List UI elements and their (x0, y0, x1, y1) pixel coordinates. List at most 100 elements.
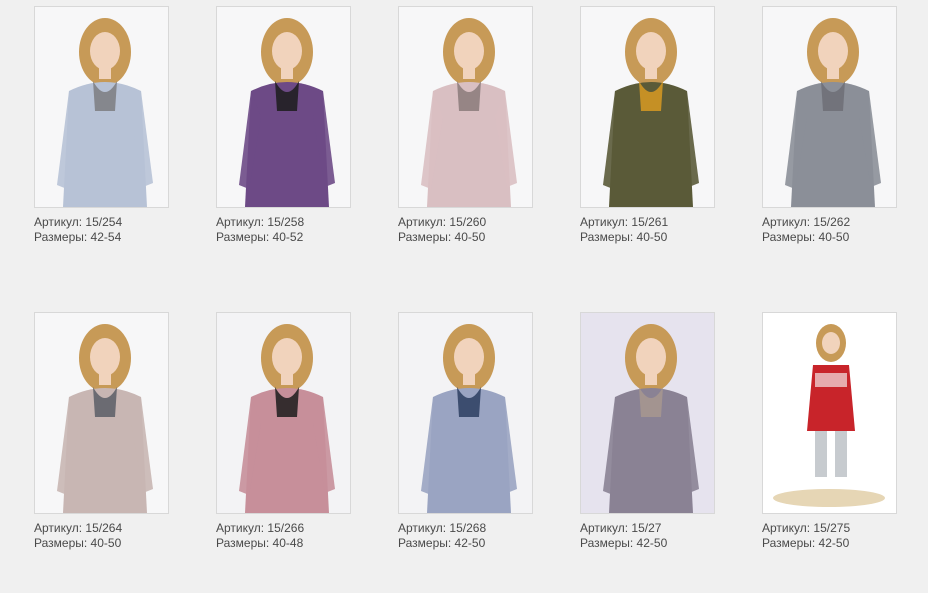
sizes-value: 40-48 (272, 536, 304, 550)
article-label: Артикул: (34, 215, 83, 229)
article-label: Артикул: (398, 215, 447, 229)
product-photo[interactable] (398, 6, 533, 208)
sizes-label: Размеры: (34, 230, 88, 244)
article-row: Артикул: 15/275 (762, 521, 902, 536)
sizes-value: 40-52 (272, 230, 304, 244)
sizes-label: Размеры: (580, 230, 634, 244)
product-caption: Артикул: 15/258 Размеры: 40-52 (216, 215, 356, 245)
cowl-sweater-icon (399, 7, 532, 207)
article-row: Артикул: 15/258 (216, 215, 356, 230)
sizes-value: 40-50 (636, 230, 668, 244)
bow-sweater-icon (35, 313, 168, 513)
product-card: Артикул: 15/266 Размеры: 40-48 (216, 312, 356, 551)
sizes-value: 42-50 (818, 536, 850, 550)
sizes-label: Размеры: (580, 536, 634, 550)
sizes-row: Размеры: 42-50 (762, 536, 902, 551)
product-photo[interactable] (34, 6, 169, 208)
article-row: Артикул: 15/27 (580, 521, 720, 536)
product-photo[interactable] (580, 312, 715, 514)
product-photo[interactable] (216, 6, 351, 208)
product-caption: Артикул: 15/262 Размеры: 40-50 (762, 215, 902, 245)
article-label: Артикул: (34, 521, 83, 535)
sizes-label: Размеры: (398, 536, 452, 550)
article-value: 15/262 (813, 215, 851, 229)
sizes-label: Размеры: (216, 230, 270, 244)
product-caption: Артикул: 15/268 Размеры: 42-50 (398, 521, 538, 551)
article-row: Артикул: 15/264 (34, 521, 174, 536)
sizes-row: Размеры: 42-50 (398, 536, 538, 551)
article-value: 15/268 (449, 521, 487, 535)
article-row: Артикул: 15/260 (398, 215, 538, 230)
sizes-label: Размеры: (34, 536, 88, 550)
article-value: 15/258 (267, 215, 305, 229)
article-row: Артикул: 15/254 (34, 215, 174, 230)
product-caption: Артикул: 15/261 Размеры: 40-50 (580, 215, 720, 245)
article-row: Артикул: 15/268 (398, 521, 538, 536)
sizes-value: 42-50 (454, 536, 486, 550)
poncho-icon (581, 7, 714, 207)
sizes-value: 42-54 (90, 230, 122, 244)
article-label: Артикул: (580, 521, 629, 535)
product-photo[interactable] (398, 312, 533, 514)
product-caption: Артикул: 15/266 Размеры: 40-48 (216, 521, 356, 551)
article-value: 15/275 (813, 521, 851, 535)
product-caption: Артикул: 15/254 Размеры: 42-54 (34, 215, 174, 245)
sizes-row: Размеры: 40-50 (34, 536, 174, 551)
tunic-icon (763, 7, 896, 207)
product-caption: Артикул: 15/275 Размеры: 42-50 (762, 521, 902, 551)
product-card: Артикул: 15/27 Размеры: 42-50 (580, 312, 720, 551)
article-label: Артикул: (762, 215, 811, 229)
tunic-dress-icon (763, 313, 896, 513)
product-caption: Артикул: 15/260 Размеры: 40-50 (398, 215, 538, 245)
sizes-value: 40-50 (454, 230, 486, 244)
sweater-icon (35, 7, 168, 207)
article-value: 15/27 (631, 521, 662, 535)
sizes-row: Размеры: 40-48 (216, 536, 356, 551)
article-value: 15/254 (85, 215, 123, 229)
cardigan-icon (217, 7, 350, 207)
product-card: Артикул: 15/260 Размеры: 40-50 (398, 6, 538, 245)
sizes-value: 42-50 (636, 536, 668, 550)
article-label: Артикул: (398, 521, 447, 535)
product-card: Артикул: 15/254 Размеры: 42-54 (34, 6, 174, 245)
sizes-row: Размеры: 40-50 (398, 230, 538, 245)
sizes-row: Размеры: 40-50 (762, 230, 902, 245)
product-card: Артикул: 15/268 Размеры: 42-50 (398, 312, 538, 551)
plaid-shirt-icon (399, 313, 532, 513)
sizes-row: Размеры: 42-54 (34, 230, 174, 245)
article-label: Артикул: (216, 521, 265, 535)
sizes-label: Размеры: (762, 230, 816, 244)
article-label: Артикул: (580, 215, 629, 229)
article-row: Артикул: 15/261 (580, 215, 720, 230)
article-label: Артикул: (762, 521, 811, 535)
article-row: Артикул: 15/266 (216, 521, 356, 536)
product-card: Артикул: 15/264 Размеры: 40-50 (34, 312, 174, 551)
sizes-label: Размеры: (398, 230, 452, 244)
sizes-label: Размеры: (762, 536, 816, 550)
back-view-dress-icon (581, 313, 714, 513)
sizes-row: Размеры: 40-52 (216, 230, 356, 245)
article-value: 15/260 (449, 215, 487, 229)
product-card: Артикул: 15/262 Размеры: 40-50 (762, 6, 902, 245)
article-value: 15/264 (85, 521, 123, 535)
product-photo[interactable] (580, 6, 715, 208)
product-caption: Артикул: 15/264 Размеры: 40-50 (34, 521, 174, 551)
product-photo[interactable] (34, 312, 169, 514)
plaid-shirt-icon (217, 313, 350, 513)
article-label: Артикул: (216, 215, 265, 229)
product-card: Артикул: 15/261 Размеры: 40-50 (580, 6, 720, 245)
product-card: Артикул: 15/258 Размеры: 40-52 (216, 6, 356, 245)
sizes-label: Размеры: (216, 536, 270, 550)
product-card: Артикул: 15/275 Размеры: 42-50 (762, 312, 902, 551)
product-photo[interactable] (762, 6, 897, 208)
article-value: 15/261 (631, 215, 669, 229)
product-grid: Артикул: 15/254 Размеры: 42-54 Артикул: 1… (0, 0, 928, 593)
sizes-value: 40-50 (90, 536, 122, 550)
product-photo[interactable] (216, 312, 351, 514)
article-row: Артикул: 15/262 (762, 215, 902, 230)
sizes-value: 40-50 (818, 230, 850, 244)
sizes-row: Размеры: 40-50 (580, 230, 720, 245)
product-photo[interactable] (762, 312, 897, 514)
article-value: 15/266 (267, 521, 305, 535)
sizes-row: Размеры: 42-50 (580, 536, 720, 551)
